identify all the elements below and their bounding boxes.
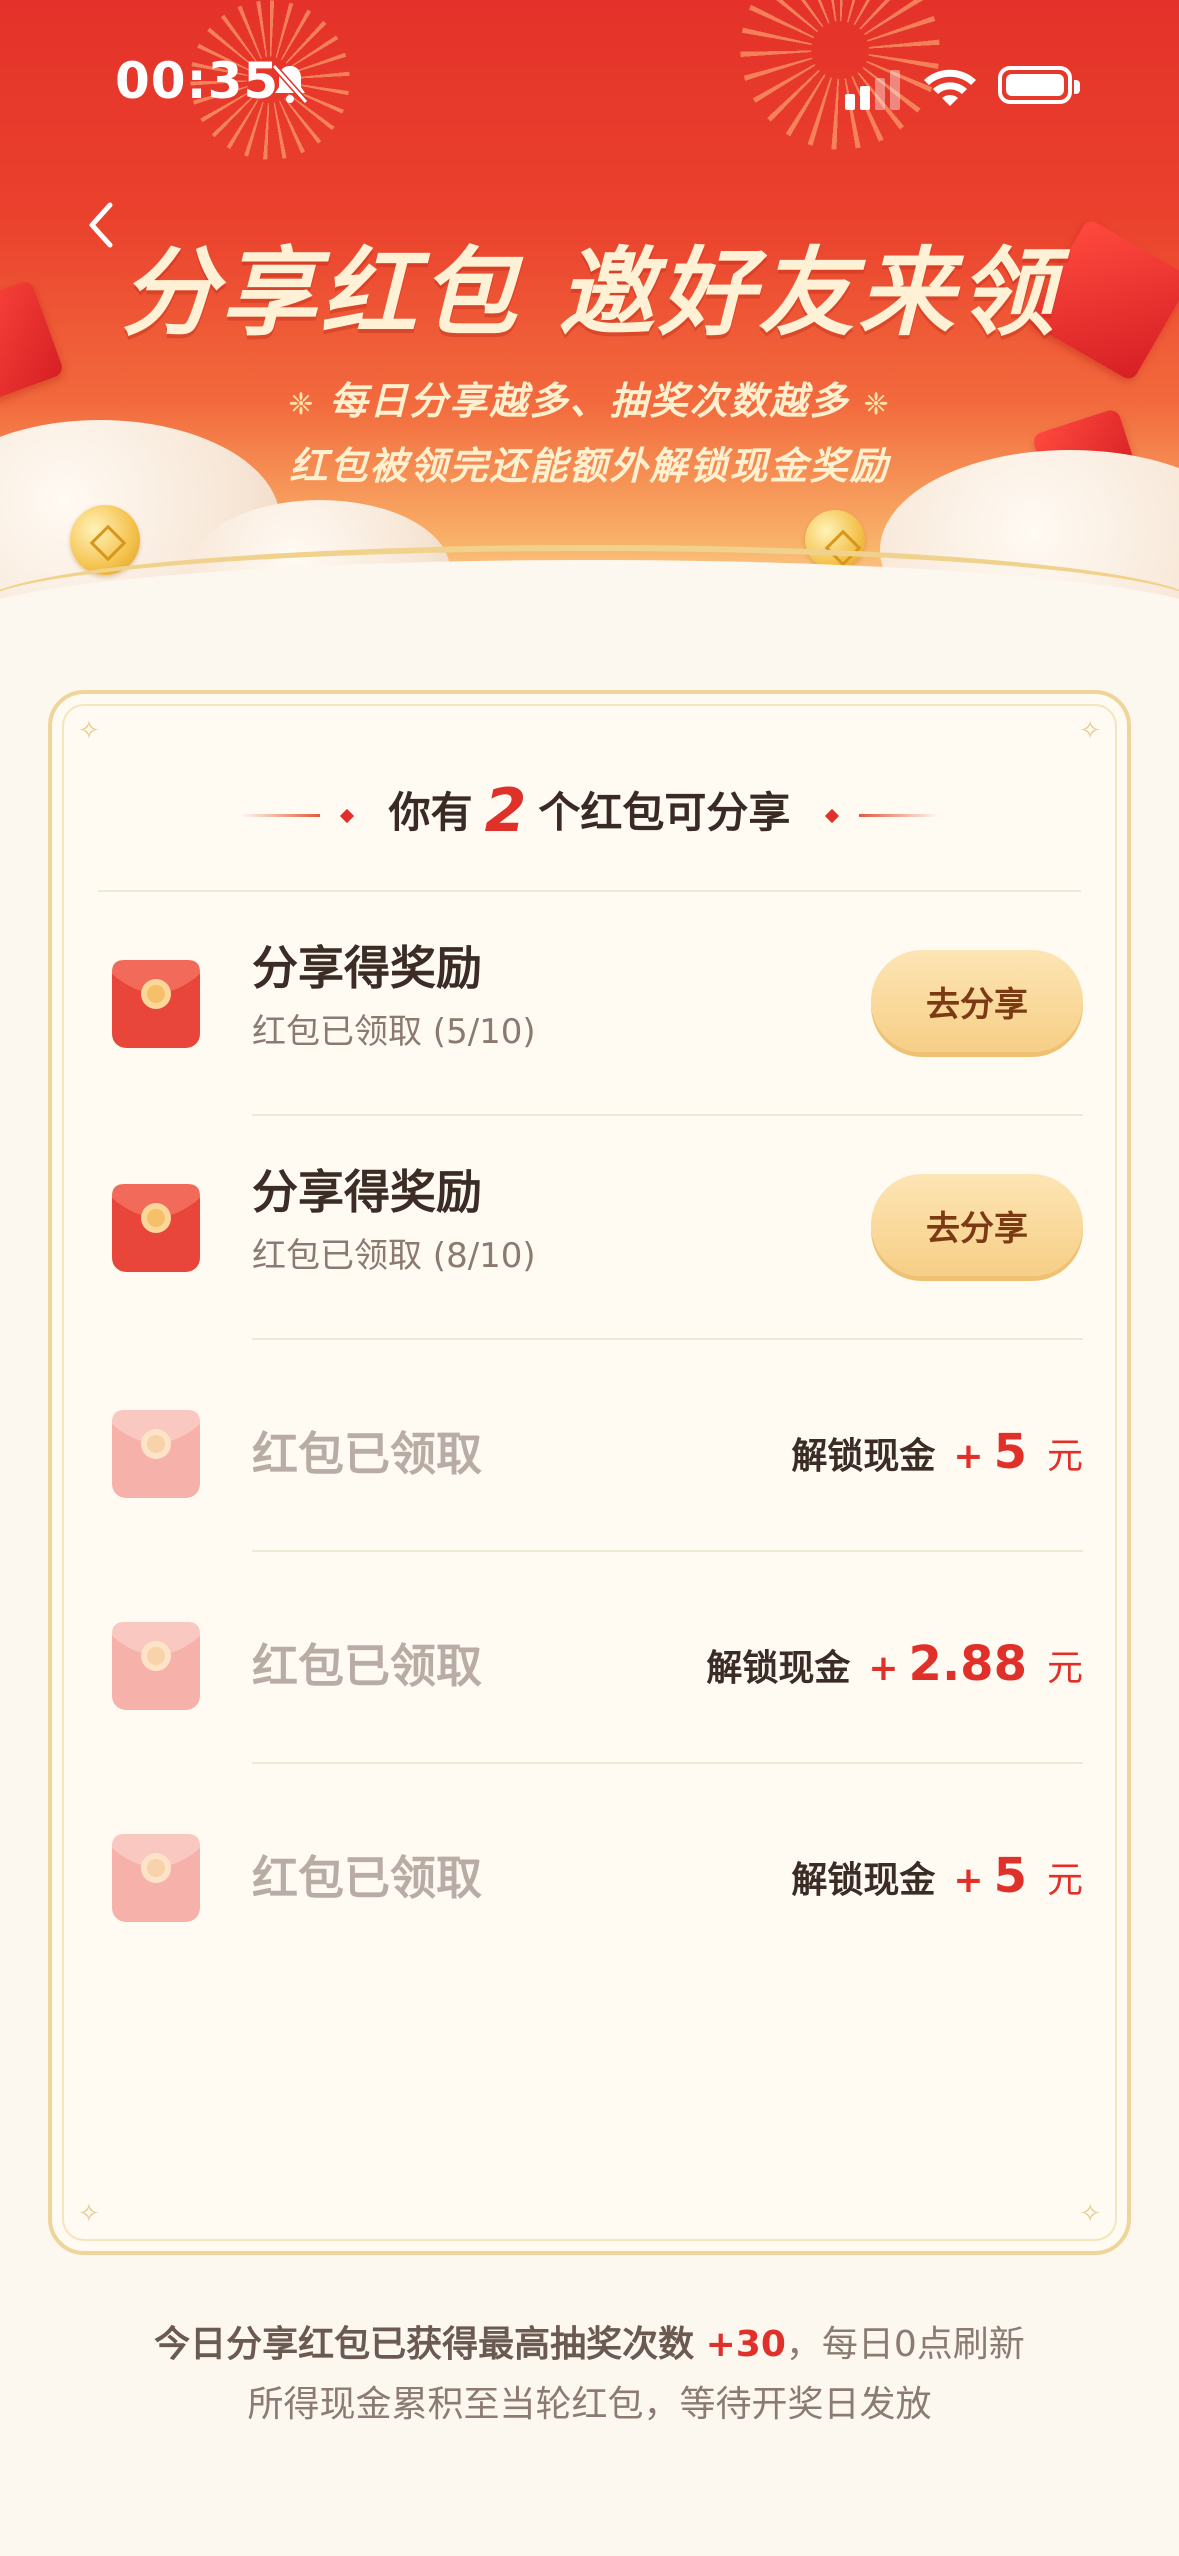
subtitle-text: 每日分享越多、抽奖次数越多 xyxy=(329,379,850,423)
cash-plus: + xyxy=(953,1436,984,1477)
share-item: 分享得奖励 红包已领取 (5/10) 去分享 xyxy=(52,904,1127,1104)
footer-value: +30 xyxy=(705,2324,786,2365)
go-share-button[interactable]: 去分享 xyxy=(871,950,1083,1052)
cash-label: 解锁现金 xyxy=(791,1436,936,1477)
claimed-item-title: 红包已领取 xyxy=(252,1851,482,1905)
go-share-button[interactable]: 去分享 xyxy=(871,1174,1083,1276)
diamond-icon xyxy=(339,808,355,823)
red-envelope-icon xyxy=(112,960,200,1048)
heading-count: 2 xyxy=(484,776,527,846)
share-item-progress: 红包已领取 (8/10) xyxy=(252,1236,536,1276)
cash-amount: 5 xyxy=(993,1848,1027,1904)
cash-label: 解锁现金 xyxy=(706,1648,851,1689)
cash-amount: 5 xyxy=(993,1424,1027,1480)
corner-ornament-icon: ✧ xyxy=(78,716,100,746)
claimed-item-title: 红包已领取 xyxy=(252,1427,482,1481)
cash-amount: 2.88 xyxy=(908,1636,1027,1692)
claimed-item: 红包已领取 解锁现金 +5 元 xyxy=(52,1352,1127,1552)
cash-unit: 元 xyxy=(1046,1860,1083,1901)
claimed-envelope-icon xyxy=(112,1834,200,1922)
share-item-progress: 红包已领取 (5/10) xyxy=(252,1012,536,1052)
sparkle-icon: ❈ xyxy=(863,387,891,422)
share-item-title: 分享得奖励 xyxy=(252,941,482,995)
footer-note-line-1: 今日分享红包已获得最高抽奖次数 +30，每日0点刷新 xyxy=(0,2315,1179,2367)
cash-unit: 元 xyxy=(1046,1648,1083,1689)
cash-unit: 元 xyxy=(1046,1436,1083,1477)
cellular-signal-icon xyxy=(845,70,900,110)
claimed-envelope-icon xyxy=(112,1622,200,1710)
sparkle-icon: ❈ xyxy=(288,387,316,422)
corner-ornament-icon: ✧ xyxy=(1079,2199,1101,2229)
divider xyxy=(252,1338,1083,1340)
share-item-title: 分享得奖励 xyxy=(252,1165,482,1219)
divider xyxy=(252,1114,1083,1116)
claimed-envelope-icon xyxy=(112,1410,200,1498)
red-envelope-icon xyxy=(112,1184,200,1272)
subtitle-line-1: ❈ 每日分享越多、抽奖次数越多 ❈ xyxy=(0,370,1179,425)
cash-plus: + xyxy=(868,1648,899,1689)
silent-bell-icon xyxy=(271,64,309,104)
divider xyxy=(98,890,1081,892)
heading-suffix: 个红包可分享 xyxy=(538,788,791,837)
corner-ornament-icon: ✧ xyxy=(1079,716,1101,746)
status-bar: 00:35 xyxy=(0,0,1179,170)
footer-note-line-2: 所得现金累积至当轮红包，等待开奖日发放 xyxy=(247,2384,932,2425)
claimed-item: 红包已领取 解锁现金 +5 元 xyxy=(52,1776,1127,1976)
heading-line-right xyxy=(859,814,940,817)
cash-label: 解锁现金 xyxy=(791,1860,936,1901)
diamond-icon xyxy=(824,808,840,823)
share-item: 分享得奖励 红包已领取 (8/10) 去分享 xyxy=(52,1128,1127,1328)
corner-ornament-icon: ✧ xyxy=(78,2199,100,2229)
share-card: ✧ ✧ ✧ ✧ 你有 2 个红包可分享 分享得奖励 红包已领取 (5/10) 去分享… xyxy=(48,690,1131,2255)
footer-text: 今日分享红包已获得最高抽奖次数 xyxy=(154,2324,695,2365)
divider xyxy=(252,1762,1083,1764)
status-time: 00:35 xyxy=(115,52,280,110)
claimed-item: 红包已领取 解锁现金 +2.88 元 xyxy=(52,1564,1127,1764)
footer-tail: ，每日0点刷新 xyxy=(785,2324,1025,2365)
wifi-icon xyxy=(924,69,976,106)
cash-plus: + xyxy=(953,1860,984,1901)
cash-reward: 解锁现金 +5 元 xyxy=(791,1424,1083,1480)
battery-icon xyxy=(998,66,1080,104)
cash-reward: 解锁现金 +5 元 xyxy=(791,1848,1083,1904)
divider xyxy=(252,1550,1083,1552)
page-title: 分享红包 邀好友来领 xyxy=(120,237,1059,349)
subtitle-line-2: 红包被领完还能额外解锁现金奖励 xyxy=(289,444,890,488)
cash-reward: 解锁现金 +2.88 元 xyxy=(706,1636,1083,1692)
claimed-item-title: 红包已领取 xyxy=(252,1639,482,1693)
heading-line-left xyxy=(239,814,320,817)
heading-prefix: 你有 xyxy=(388,788,473,837)
card-heading: 你有 2 个红包可分享 xyxy=(52,776,1127,846)
gold-coin-decoration xyxy=(70,505,140,575)
